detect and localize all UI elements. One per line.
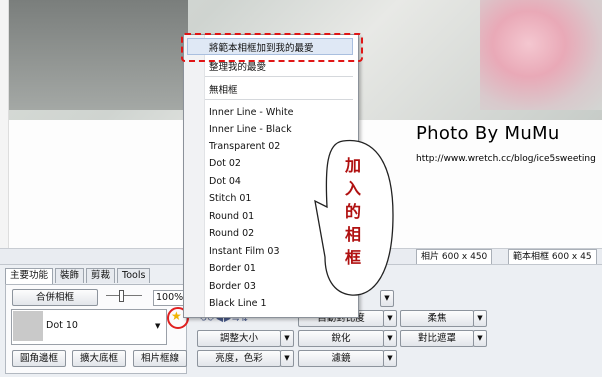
menu-item[interactable]: Dot 04: [209, 176, 241, 187]
annotation-dashed-highlight: [181, 33, 363, 62]
merge-frame-button[interactable]: 合併相框: [12, 289, 98, 306]
app-window: Photo By MuMu http://www.wretch.cc/blog/…: [0, 0, 602, 377]
menu-separator: [205, 99, 353, 100]
chevron-down-icon[interactable]: ▼: [280, 330, 294, 347]
photo-size-tab[interactable]: 相片 600 x 450: [416, 249, 493, 265]
chevron-down-icon[interactable]: ▼: [280, 350, 294, 367]
menu-item[interactable]: Dot 02: [209, 158, 241, 169]
sharpen-button[interactable]: 銳化: [298, 330, 384, 347]
annotation-char: 框: [344, 248, 361, 267]
frame-thumbnail: [13, 311, 43, 341]
annotation-char: 入: [344, 179, 361, 198]
menu-item[interactable]: Border 01: [209, 263, 256, 274]
tab-main-functions[interactable]: 主要功能: [5, 268, 54, 285]
photo-left-edge: [0, 0, 9, 248]
function-tabs: 主要功能 裝飾 剪裁 Tools: [5, 268, 152, 285]
soft-focus-button[interactable]: 柔焦: [400, 310, 474, 327]
zoom-slider-thumb[interactable]: [119, 290, 124, 302]
photo-shadow-region: [8, 0, 188, 110]
menu-item-no-frame[interactable]: 無相框: [209, 82, 238, 96]
menu-item[interactable]: Round 01: [209, 211, 254, 222]
photo-caption-url: http://www.wretch.cc/blog/ice5sweeting: [416, 154, 596, 164]
chevron-down-icon[interactable]: ▼: [383, 310, 397, 327]
brightness-color-button[interactable]: 亮度，色彩: [197, 350, 281, 367]
photo-frame-line-button[interactable]: 相片框線: [133, 350, 187, 367]
star-icon[interactable]: ★: [171, 309, 182, 323]
chevron-down-icon[interactable]: ▼: [383, 350, 397, 367]
tab-tools[interactable]: Tools: [117, 268, 151, 283]
menu-item[interactable]: Round 02: [209, 228, 254, 239]
contrast-mask-button[interactable]: 對比遮罩: [400, 330, 474, 347]
chevron-down-icon[interactable]: ▼: [155, 322, 160, 330]
chevron-down-icon[interactable]: ▼: [473, 310, 487, 327]
menu-item[interactable]: Inner Line - White: [209, 107, 294, 118]
template-frame-size-tab[interactable]: 範本相框 600 x 45: [508, 249, 597, 265]
menu-item[interactable]: Stitch 01: [209, 193, 251, 204]
zoom-slider-track[interactable]: [106, 295, 142, 296]
chevron-down-icon[interactable]: ▼: [473, 330, 487, 347]
annotation-bubble-text: 加 入 的 相 框: [340, 154, 366, 269]
photo-caption-title: Photo By MuMu: [416, 123, 560, 144]
menu-icon-column: [184, 35, 205, 317]
tab-crop[interactable]: 剪裁: [86, 268, 116, 283]
filter-button[interactable]: 濾鏡: [298, 350, 384, 367]
menu-item[interactable]: Inner Line - Black: [209, 124, 292, 135]
menu-separator: [205, 76, 353, 77]
photo-pink-detail: [480, 0, 602, 110]
expand-border-button[interactable]: 擴大底框: [72, 350, 126, 367]
menu-item[interactable]: Instant Film 03: [209, 246, 280, 257]
menu-item[interactable]: Black Line 1: [209, 298, 267, 309]
menu-item[interactable]: Border 03: [209, 281, 256, 292]
annotation-char: 的: [344, 202, 361, 221]
tab-decoration[interactable]: 裝飾: [55, 268, 85, 283]
annotation-char: 加: [344, 156, 361, 175]
chevron-down-icon[interactable]: ▼: [383, 330, 397, 347]
round-border-button[interactable]: 圓角邊框: [12, 350, 66, 367]
resize-button[interactable]: 調整大小: [197, 330, 281, 347]
selected-frame-label: Dot 10: [46, 320, 78, 331]
menu-item[interactable]: Transparent 02: [209, 141, 280, 152]
annotation-char: 相: [344, 225, 361, 244]
